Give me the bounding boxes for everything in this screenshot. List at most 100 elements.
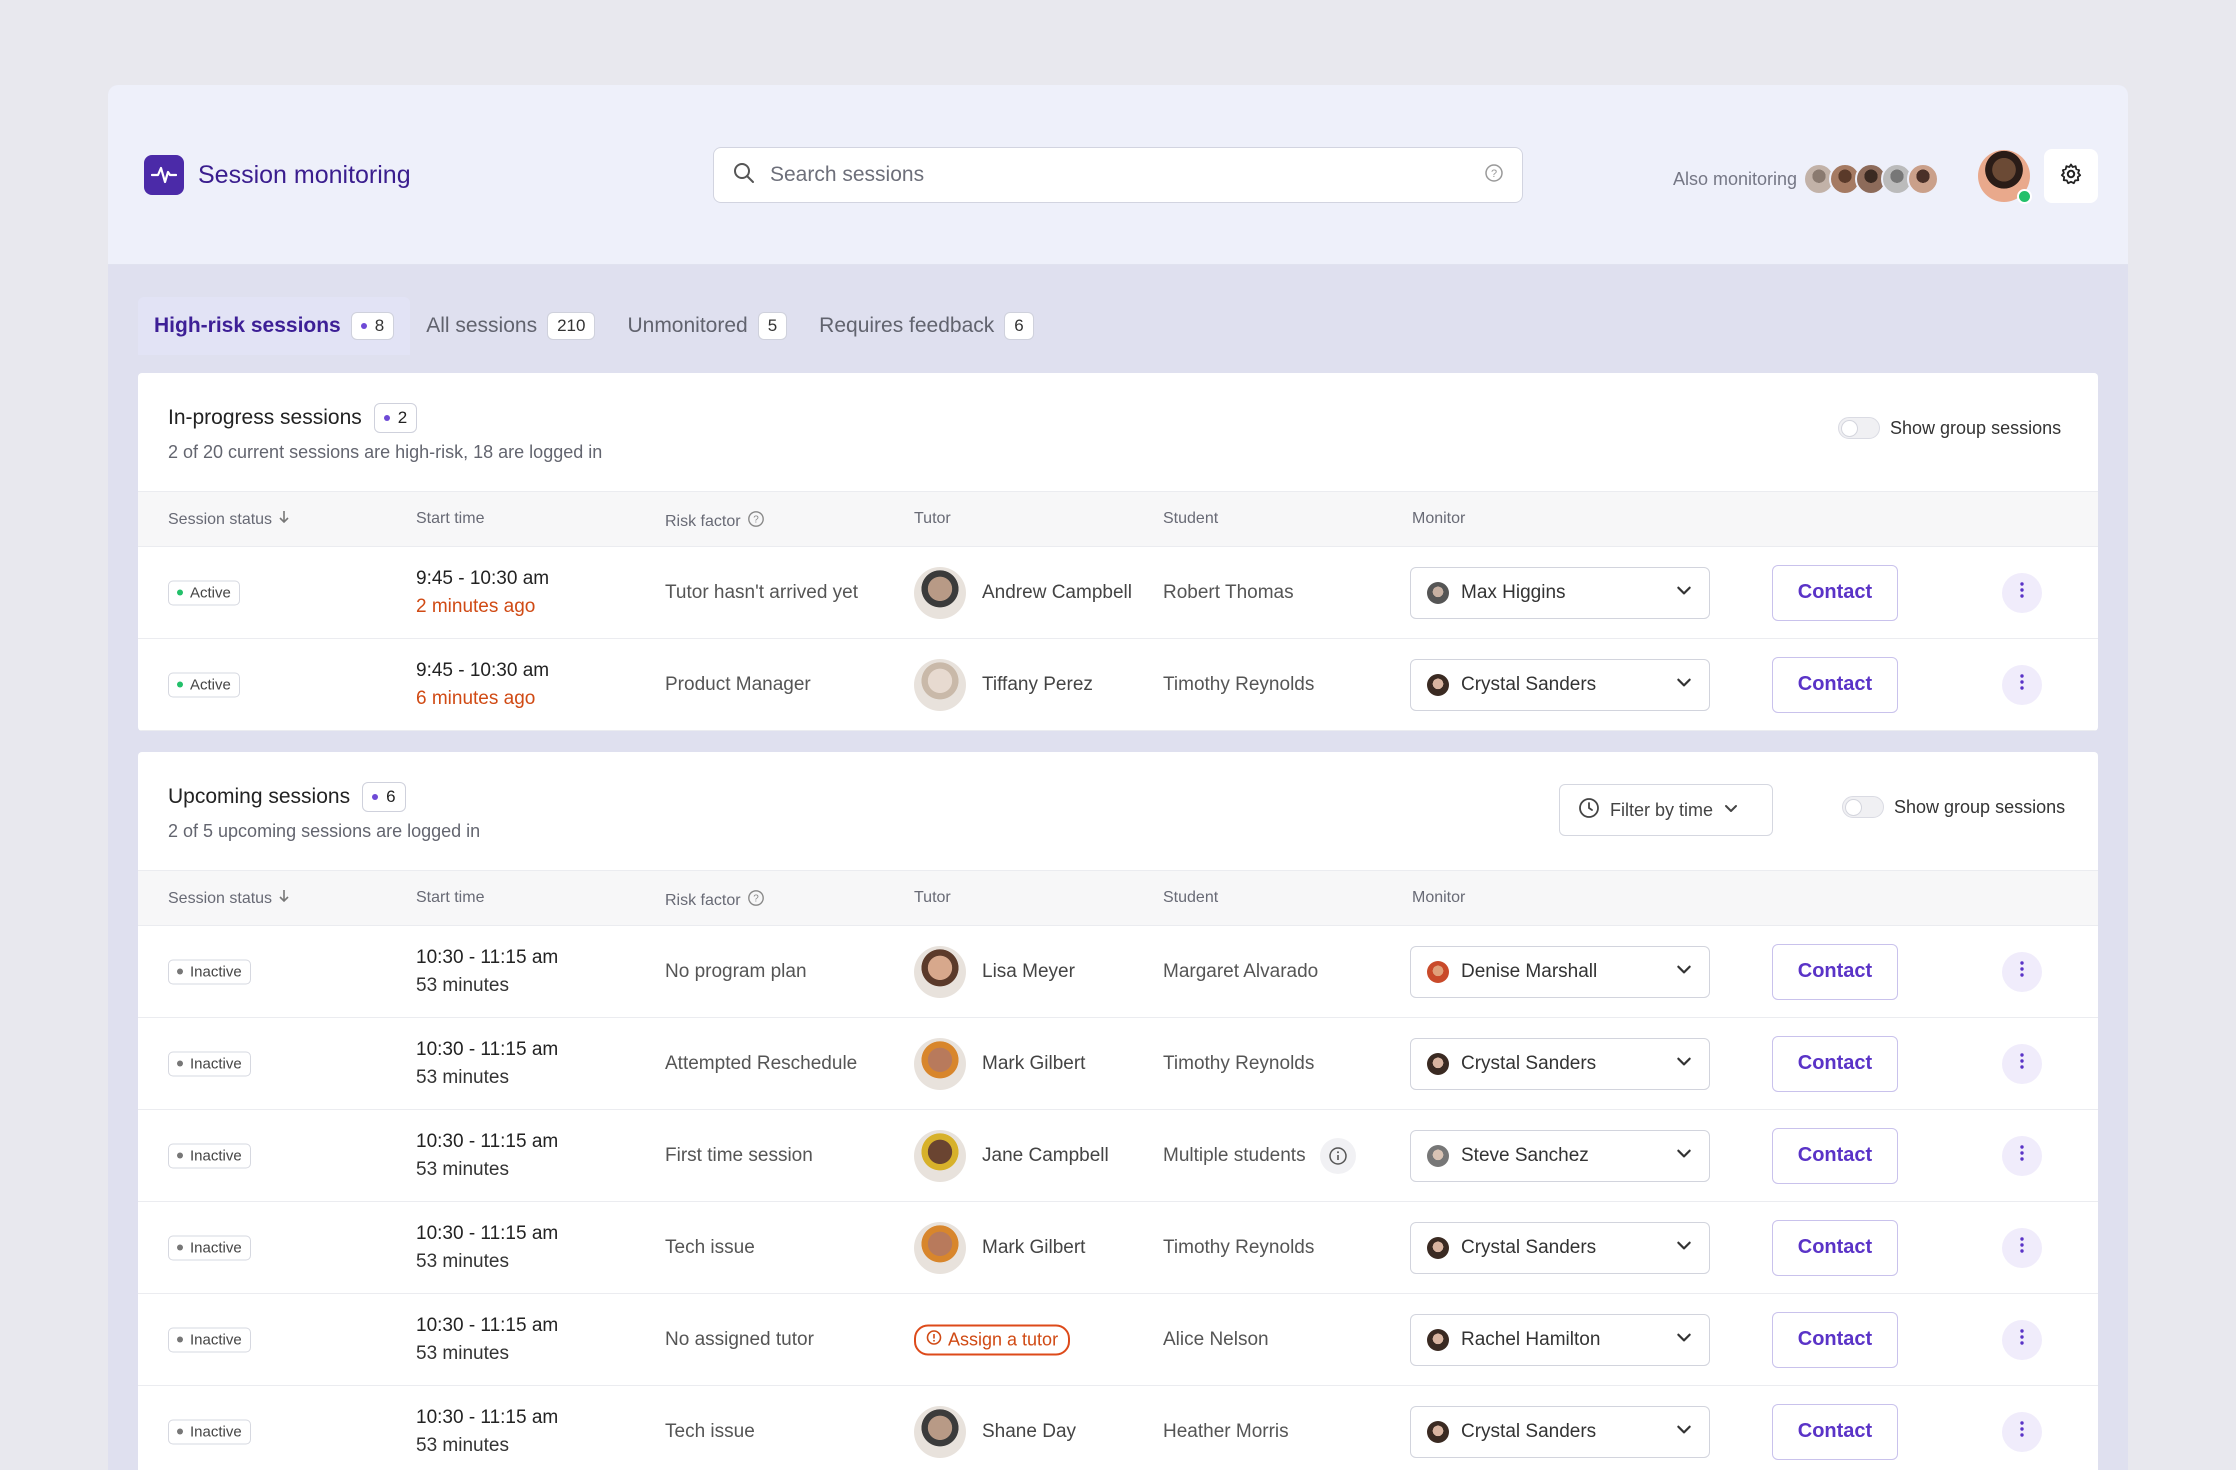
- contact-button[interactable]: Contact: [1772, 1219, 1898, 1276]
- chevron-down-icon: [1675, 1144, 1693, 1168]
- user-avatar[interactable]: [1978, 150, 2032, 204]
- contact-button[interactable]: Contact: [1772, 943, 1898, 1000]
- status-label: Inactive: [190, 1055, 242, 1072]
- card-title: Upcoming sessions 6: [168, 782, 406, 812]
- info-icon[interactable]: [1319, 1137, 1356, 1174]
- more-options-button[interactable]: [2002, 572, 2042, 613]
- table-row[interactable]: Inactive 10:30 - 11:15 am 53 minutes Attemp…: [138, 1018, 2098, 1110]
- monitor-select[interactable]: Denise Marshall: [1410, 945, 1710, 998]
- monitor-name: Denise Marshall: [1461, 960, 1598, 982]
- column-header-status[interactable]: Session status: [168, 889, 290, 908]
- tutor-cell: Mark Gilbert: [914, 1037, 1085, 1090]
- monitor-select[interactable]: Crystal Sanders: [1410, 1037, 1710, 1090]
- monitor-name: Crystal Sanders: [1461, 1420, 1597, 1442]
- status-dot: [177, 968, 183, 975]
- upcoming-card: Upcoming sessions 6 2 of 5 upcoming sess…: [138, 752, 2098, 1470]
- avatar: [1427, 1052, 1449, 1075]
- tab-unmonitored[interactable]: Unmonitored 5: [611, 297, 803, 355]
- tutor[interactable]: Mark Gilbert: [914, 1221, 1085, 1274]
- student-name: Timothy Reynolds: [1163, 1052, 1315, 1074]
- arrow-down-icon[interactable]: [278, 510, 290, 529]
- monitor-select[interactable]: Max Higgins: [1410, 566, 1710, 619]
- tutor[interactable]: Shane Day: [914, 1405, 1077, 1458]
- status-label: Inactive: [190, 963, 242, 980]
- column-label: Tutor: [914, 510, 951, 527]
- risk-factor: No assigned tutor: [665, 1328, 814, 1350]
- column-header-tutor: Tutor: [914, 510, 951, 528]
- status-dot: [177, 1244, 183, 1251]
- monitor-select[interactable]: Crystal Sanders: [1410, 1405, 1710, 1458]
- table-row[interactable]: Inactive 10:30 - 11:15 am 53 minutes First …: [138, 1110, 2098, 1202]
- column-header-status[interactable]: Session status: [168, 510, 290, 529]
- session-time: 10:30 - 11:15 am: [416, 1038, 559, 1060]
- more-vertical-icon: [2019, 1052, 2025, 1076]
- table-row[interactable]: Active 9:45 - 10:30 am 2 minutes ago Tutor …: [138, 547, 2098, 639]
- table-row[interactable]: Inactive 10:30 - 11:15 am 53 minutes Tech i…: [138, 1386, 2098, 1470]
- avatar: [1427, 1328, 1449, 1351]
- group-sessions-toggle[interactable]: Show group sessions: [1842, 796, 2065, 818]
- monitor-name: Crystal Sanders: [1461, 673, 1597, 695]
- tutor[interactable]: Andrew Campbell: [914, 566, 1132, 619]
- help-icon[interactable]: ?: [747, 510, 765, 533]
- monitor-avatars[interactable]: [1803, 163, 1940, 195]
- monitor-name: Crystal Sanders: [1461, 1236, 1597, 1258]
- monitor-select[interactable]: Steve Sanchez: [1410, 1129, 1710, 1182]
- chevron-down-icon: [1675, 1420, 1693, 1444]
- avatar: [1427, 1420, 1449, 1443]
- contact-button[interactable]: Contact: [1772, 1127, 1898, 1184]
- chevron-down-icon: [1675, 1052, 1693, 1076]
- contact-button[interactable]: Contact: [1772, 1403, 1898, 1460]
- tab-label: All sessions: [426, 314, 538, 337]
- assign-tutor-button[interactable]: Assign a tutor: [914, 1324, 1071, 1355]
- table-row[interactable]: Inactive 10:30 - 11:15 am 53 minutes No pro…: [138, 926, 2098, 1018]
- filter-by-time-button[interactable]: Filter by time: [1559, 784, 1773, 836]
- arrow-down-icon[interactable]: [278, 889, 290, 908]
- tutor-name: Shane Day: [982, 1420, 1077, 1442]
- student-cell: Alice Nelson: [1163, 1329, 1269, 1351]
- toggle-switch[interactable]: [1842, 796, 1884, 818]
- tutor[interactable]: Lisa Meyer: [914, 945, 1075, 998]
- table-row[interactable]: Active 9:45 - 10:30 am 6 minutes ago Produc…: [138, 639, 2098, 731]
- more-options-button[interactable]: [2002, 1411, 2042, 1452]
- help-icon[interactable]: ?: [1484, 163, 1504, 188]
- tutor[interactable]: Jane Campbell: [914, 1129, 1109, 1182]
- contact-button[interactable]: Contact: [1772, 1311, 1898, 1368]
- tab-high-risk[interactable]: High-risk sessions 8: [138, 297, 411, 355]
- toggle-switch[interactable]: [1838, 417, 1880, 439]
- column-label: Risk factor: [665, 512, 741, 530]
- student-cell: Multiple students: [1163, 1137, 1356, 1174]
- settings-button[interactable]: [2044, 149, 2098, 203]
- contact-button[interactable]: Contact: [1772, 1035, 1898, 1092]
- alert-icon: [926, 1329, 942, 1350]
- more-options-button[interactable]: [2002, 1135, 2042, 1176]
- table-row[interactable]: Inactive 10:30 - 11:15 am 53 minutes Tech i…: [138, 1202, 2098, 1294]
- more-options-button[interactable]: [2002, 1043, 2042, 1084]
- table-row[interactable]: Inactive 10:30 - 11:15 am 53 minutes No ass…: [138, 1294, 2098, 1386]
- more-vertical-icon: [2019, 1328, 2025, 1352]
- card-header: In-progress sessions 2 2 of 20 current s…: [138, 373, 2098, 491]
- more-vertical-icon: [2019, 1236, 2025, 1260]
- help-icon[interactable]: ?: [747, 889, 765, 912]
- monitor-select[interactable]: Rachel Hamilton: [1410, 1313, 1710, 1366]
- tab-requires-feedback[interactable]: Requires feedback 6: [803, 297, 1050, 355]
- more-options-button[interactable]: [2002, 1319, 2042, 1360]
- avatar[interactable]: [1907, 163, 1940, 195]
- app-logo[interactable]: Session monitoring: [144, 155, 411, 195]
- tutor[interactable]: Tiffany Perez: [914, 658, 1093, 711]
- tutor[interactable]: Mark Gilbert: [914, 1037, 1085, 1090]
- group-sessions-toggle[interactable]: Show group sessions: [1838, 417, 2061, 439]
- tab-count: 5: [757, 312, 788, 340]
- contact-button[interactable]: Contact: [1772, 656, 1898, 713]
- more-options-button[interactable]: [2002, 664, 2042, 705]
- student-name: Robert Thomas: [1163, 581, 1294, 603]
- monitor-select[interactable]: Crystal Sanders: [1410, 658, 1710, 711]
- status-dot: [177, 1336, 183, 1343]
- more-options-button[interactable]: [2002, 1227, 2042, 1268]
- student-cell: Timothy Reynolds: [1163, 674, 1314, 696]
- search-bar[interactable]: Search sessions ?: [713, 147, 1523, 203]
- more-options-button[interactable]: [2002, 951, 2042, 992]
- contact-button[interactable]: Contact: [1772, 564, 1898, 621]
- search-input[interactable]: Search sessions: [770, 163, 1484, 187]
- monitor-select[interactable]: Crystal Sanders: [1410, 1221, 1710, 1274]
- tab-all-sessions[interactable]: All sessions 210: [410, 297, 611, 355]
